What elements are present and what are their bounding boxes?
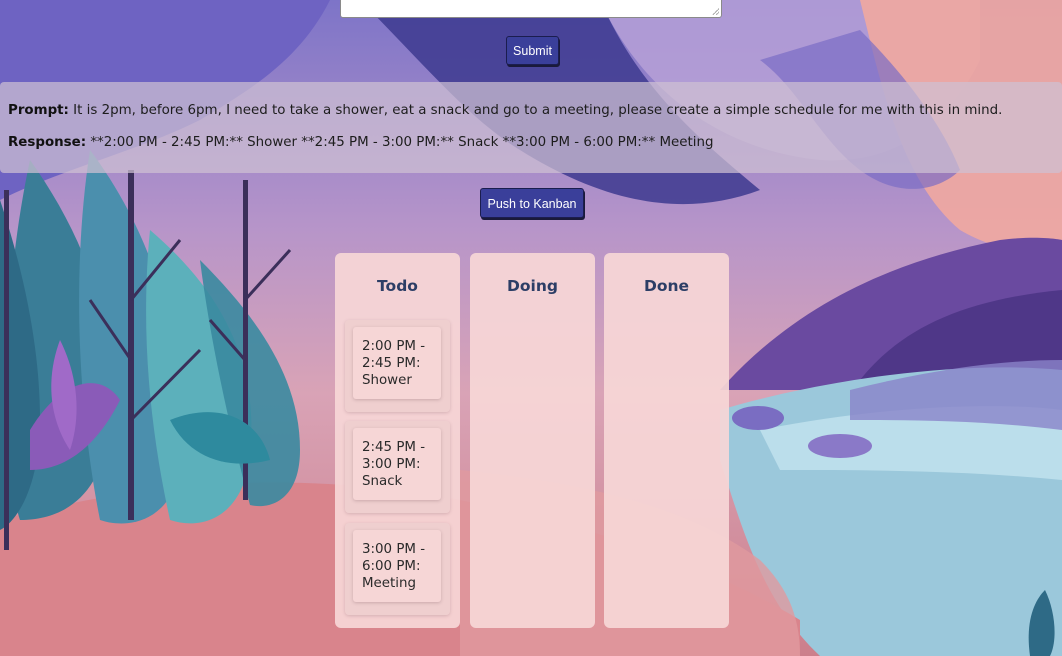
kanban-card[interactable]: 3:00 PM - 6:00 PM: Meeting — [353, 530, 441, 602]
kanban-card[interactable]: 2:45 PM - 3:00 PM: Snack — [353, 428, 441, 500]
app-page: Submit Prompt: It is 2pm, before 6pm, I … — [0, 0, 1062, 656]
response-line: Response: **2:00 PM - 2:45 PM:** Shower … — [8, 134, 1054, 152]
card-line: Shower — [362, 373, 412, 388]
kanban-column-doing[interactable]: Doing — [470, 253, 595, 628]
card-line: 2:00 PM - — [362, 339, 426, 354]
card-line: Snack — [362, 474, 403, 489]
resize-handle-icon[interactable] — [712, 8, 719, 15]
response-panel: Prompt: It is 2pm, before 6pm, I need to… — [0, 82, 1062, 173]
card-line: 3:00 PM - — [362, 542, 426, 557]
kanban-column-todo[interactable]: Todo 2:00 PM - 2:45 PM: Shower 2:45 PM -… — [335, 253, 460, 628]
card-slot: 2:45 PM - 3:00 PM: Snack — [345, 421, 450, 513]
prompt-text: It is 2pm, before 6pm, I need to take a … — [68, 103, 1003, 118]
response-label: Response: — [8, 135, 87, 150]
column-title: Done — [643, 277, 690, 295]
card-line: Meeting — [362, 576, 416, 591]
card-line: 3:00 PM: — [362, 457, 421, 472]
prompt-textarea[interactable] — [340, 0, 722, 18]
card-line: 2:45 PM - — [362, 440, 426, 455]
card-slot: 2:00 PM - 2:45 PM: Shower — [345, 320, 450, 412]
kanban-card[interactable]: 2:00 PM - 2:45 PM: Shower — [353, 327, 441, 399]
kanban-column-done[interactable]: Done — [604, 253, 729, 628]
card-line: 6:00 PM: — [362, 559, 421, 574]
column-title: Doing — [507, 277, 558, 295]
column-title: Todo — [377, 277, 418, 295]
prompt-line: Prompt: It is 2pm, before 6pm, I need to… — [8, 102, 1054, 120]
push-to-kanban-button[interactable]: Push to Kanban — [480, 188, 584, 218]
card-slot: 3:00 PM - 6:00 PM: Meeting — [345, 523, 450, 615]
response-text: **2:00 PM - 2:45 PM:** Shower **2:45 PM … — [86, 135, 714, 150]
submit-button[interactable]: Submit — [506, 36, 559, 65]
card-line: 2:45 PM: — [362, 356, 421, 371]
prompt-label: Prompt: — [8, 103, 69, 118]
